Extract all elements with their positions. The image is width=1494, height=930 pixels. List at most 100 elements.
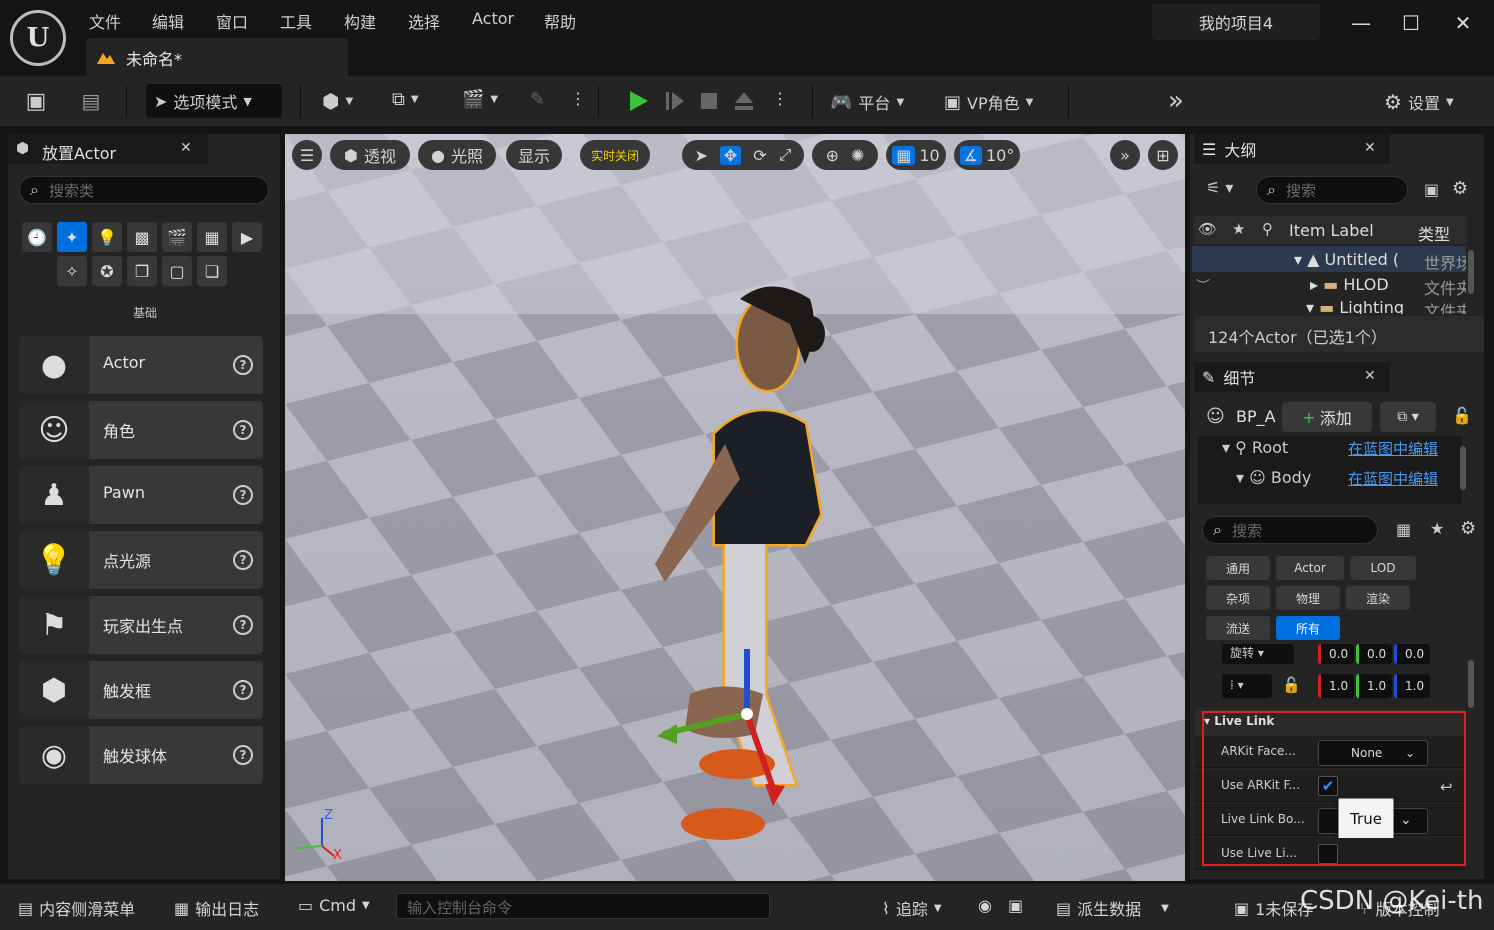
rotation-snap-button[interactable]: ∡ 10°	[954, 140, 1020, 170]
new-folder-icon[interactable]: ▣	[1424, 180, 1439, 199]
help-icon[interactable]: ?	[233, 485, 253, 505]
table-view-icon[interactable]: ▦	[1396, 520, 1411, 539]
filter-general[interactable]: 通用	[1206, 556, 1270, 580]
gear-icon[interactable]: ⚙	[1452, 178, 1468, 199]
menu-edit[interactable]: 编辑	[152, 9, 184, 33]
lighting-button[interactable]: ● 光照	[418, 140, 496, 170]
viewport-menu-icon[interactable]: ☰	[292, 140, 322, 170]
outliner-scrollbar[interactable]	[1468, 250, 1474, 294]
selection-mode-dropdown[interactable]: ➤ 选项模式 ▼	[146, 84, 282, 118]
recent-icon[interactable]: 🕘	[22, 222, 52, 252]
effects-icon[interactable]: ✧	[57, 256, 87, 286]
vp-role-dropdown[interactable]: ▣ VP角色 ▼	[944, 90, 1033, 114]
blueprint-button[interactable]: ⧉ ▼	[392, 89, 419, 110]
edit-in-blueprint-link[interactable]: 在蓝图中编辑	[1348, 438, 1438, 459]
expand-viewport-toolbar-icon[interactable]: »	[1110, 140, 1140, 170]
scale-lock-icon[interactable]: 🔓	[1282, 676, 1301, 694]
add-component-button[interactable]: + 添加	[1282, 402, 1372, 432]
details-tab[interactable]: ✎ 细节	[1194, 362, 1390, 392]
grid-snap-button[interactable]: ▦ 10	[886, 140, 946, 170]
viewport-layout-icon[interactable]: ⊞	[1148, 140, 1178, 170]
cmd-dropdown[interactable]: ▭ Cmd ▼	[298, 896, 370, 915]
visibility-eye-icon[interactable]: 👁	[1198, 220, 1217, 238]
cinematics-button[interactable]: 🎬 ▼	[462, 89, 498, 110]
rotation-z-field[interactable]: 0.0	[1394, 644, 1430, 664]
class-search-input[interactable]: ⌕ 搜索类	[19, 176, 269, 204]
menu-select[interactable]: 选择	[408, 9, 440, 33]
filter-actor[interactable]: Actor	[1276, 556, 1344, 580]
help-icon[interactable]: ?	[233, 550, 253, 570]
filter-streaming[interactable]: 流送	[1206, 616, 1270, 640]
lights-icon[interactable]: 💡	[92, 222, 122, 252]
place-item-trigger-sphere[interactable]: ◉ 触发球体?	[19, 726, 263, 784]
edit-in-blueprint-link[interactable]: 在蓝图中编辑	[1348, 468, 1438, 489]
settings-dropdown[interactable]: ⚙ 设置 ▼	[1384, 90, 1454, 114]
rotation-mode-dropdown[interactable]: 旋转 ▾	[1222, 644, 1294, 664]
details-scrollbar[interactable]	[1468, 660, 1474, 708]
console-command-input[interactable]: 输入控制台命令	[396, 893, 770, 919]
filter-all[interactable]: 所有	[1276, 616, 1340, 640]
rotation-y-field[interactable]: 0.0	[1356, 644, 1392, 664]
scale-z-field[interactable]: 1.0	[1394, 674, 1430, 698]
derived-data-dropdown[interactable]: ▤ 派生数据 ▼	[1056, 896, 1169, 920]
gear-icon[interactable]: ⚙	[1460, 518, 1476, 539]
scale-icon[interactable]: ⤢	[779, 145, 792, 165]
basic-category-icon[interactable]: ✦	[57, 222, 87, 252]
output-log-button[interactable]: ▦ 输出日志	[174, 896, 259, 920]
step-forward-icon[interactable]	[664, 90, 688, 112]
volumes-icon[interactable]: ▶	[232, 222, 262, 252]
minimize-icon[interactable]: —	[1346, 8, 1376, 38]
component-scrollbar[interactable]	[1460, 446, 1466, 490]
place-item-pawn[interactable]: ♟ Pawn?	[19, 466, 263, 524]
component-row[interactable]: ▾ ⚲ Root	[1222, 438, 1288, 457]
geometry-icon[interactable]: ❒	[127, 256, 157, 286]
menu-build[interactable]: 构建	[344, 9, 376, 33]
details-search-input[interactable]: ⌕ 搜索	[1202, 516, 1378, 544]
camera-icon[interactable]: ▣	[1008, 896, 1023, 915]
rotation-x-field[interactable]: 0.0	[1318, 644, 1354, 664]
hidden-eye-icon[interactable]: ︶	[1196, 276, 1210, 296]
perspective-button[interactable]: ⬢ 透视	[330, 140, 410, 170]
box-icon[interactable]: ▢	[162, 256, 192, 286]
record-icon[interactable]: ◉	[978, 896, 992, 915]
build-button[interactable]: ✎	[530, 89, 545, 110]
shapes-icon[interactable]: ▩	[127, 222, 157, 252]
help-icon[interactable]: ?	[233, 615, 253, 635]
more-options-icon[interactable]: ⋮	[772, 89, 788, 108]
rotate-icon[interactable]: ⟳	[753, 146, 766, 165]
blueprint-options-dropdown[interactable]: ⧉ ▾	[1380, 402, 1436, 432]
menu-tools[interactable]: 工具	[280, 9, 312, 33]
outliner-row[interactable]: ▸ ▬ HLOD	[1310, 275, 1389, 294]
cinematic-icon[interactable]: 🎬	[162, 222, 192, 252]
menu-actor[interactable]: Actor	[472, 9, 514, 28]
content-browser-icon[interactable]: ▤	[76, 88, 106, 114]
close-icon[interactable]: ✕	[1364, 140, 1376, 156]
column-type[interactable]: 类型	[1418, 221, 1450, 245]
filter-rendering[interactable]: 渲染	[1346, 586, 1410, 610]
show-button[interactable]: 显示	[506, 140, 562, 170]
surface-snap-icon[interactable]: ✺	[851, 146, 864, 165]
realtime-off-button[interactable]: 实时关闭	[580, 140, 650, 170]
outliner-search-input[interactable]: ⌕ 搜索	[1256, 176, 1408, 204]
menu-window[interactable]: 窗口	[216, 9, 248, 33]
scale-y-field[interactable]: 1.0	[1356, 674, 1392, 698]
place-item-point-light[interactable]: 💡 点光源?	[19, 531, 263, 589]
menu-file[interactable]: 文件	[89, 9, 121, 33]
filter-misc[interactable]: 杂项	[1206, 586, 1270, 610]
scale-mode-dropdown[interactable]: ⁞ ▾	[1222, 674, 1272, 698]
eject-icon[interactable]	[732, 89, 756, 113]
maximize-icon[interactable]: ☐	[1396, 8, 1426, 38]
expand-toolbar-icon[interactable]: »	[1168, 86, 1184, 116]
close-icon[interactable]: ✕	[180, 140, 192, 156]
reel-icon[interactable]: ✪	[92, 256, 122, 286]
world-globe-icon[interactable]: ⊕	[826, 146, 839, 165]
trace-dropdown[interactable]: ⌇ 追踪 ▼	[882, 896, 942, 920]
column-item-label[interactable]: Item Label	[1289, 221, 1374, 240]
play-icon[interactable]	[626, 89, 650, 113]
more-options-icon[interactable]: ⋮	[570, 89, 586, 108]
stop-icon[interactable]	[698, 90, 720, 112]
help-icon[interactable]: ?	[233, 680, 253, 700]
all-classes-icon[interactable]: ❏	[197, 256, 227, 286]
select-cursor-icon[interactable]: ➤	[694, 146, 707, 165]
close-icon[interactable]: ✕	[1364, 368, 1376, 384]
